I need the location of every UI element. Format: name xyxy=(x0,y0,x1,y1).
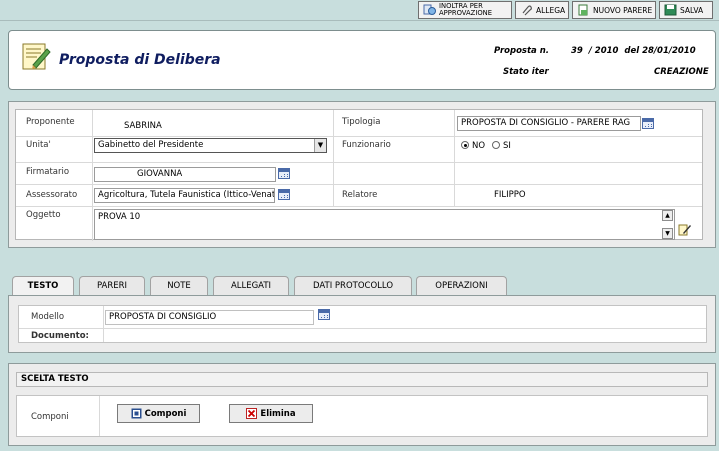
salva-label: SALVA xyxy=(680,5,704,15)
funzionario-si-label: SI xyxy=(503,141,511,151)
page-title: Proposta di Delibera xyxy=(59,52,221,68)
document-pen-icon xyxy=(22,43,51,70)
form-panel: Proponente SABRINA Tipologia PROPOSTA DI… xyxy=(8,101,716,248)
tab-dati-protocollo[interactable]: DATI PROTOCOLLO xyxy=(294,276,412,295)
firmatario-lookup-icon[interactable] xyxy=(278,168,290,179)
modello-label: Modello xyxy=(31,312,65,322)
compose-icon xyxy=(131,408,142,419)
tab-note[interactable]: NOTE xyxy=(150,276,208,295)
oggetto-label: Oggetto xyxy=(26,210,61,220)
assessorato-lookup-icon[interactable] xyxy=(278,189,290,200)
oggetto-textarea[interactable]: PROVA 10 xyxy=(94,209,675,240)
chevron-down-icon[interactable]: ▼ xyxy=(314,139,326,152)
scelta-testo-title: SCELTA TESTO xyxy=(16,372,708,387)
delete-icon xyxy=(246,408,258,419)
funzionario-label: Funzionario xyxy=(342,140,391,150)
allega-label: ALLEGA xyxy=(536,5,566,15)
firmatario-label: Firmatario xyxy=(26,167,70,177)
forward-icon xyxy=(423,4,436,15)
unita-label: Unita' xyxy=(26,140,51,150)
modello-field[interactable]: PROPOSTA DI CONSIGLIO xyxy=(105,310,314,325)
tab-pareri[interactable]: PARERI xyxy=(79,276,145,295)
paperclip-icon xyxy=(522,5,532,16)
proponente-value: SABRINA xyxy=(124,121,162,131)
relatore-label: Relatore xyxy=(342,190,378,200)
header-panel: Proposta di Delibera Proposta n. 39 / 20… xyxy=(8,30,716,90)
componi-label: Componi xyxy=(31,412,69,422)
elimina-button[interactable]: Elimina xyxy=(229,404,313,423)
testo-inner: Modello PROPOSTA DI CONSIGLIO Documento: xyxy=(18,305,707,343)
save-icon xyxy=(664,4,677,16)
nuovo-parere-label: NUOVO PARERE xyxy=(593,5,653,15)
stato-iter-label: Stato iter xyxy=(503,67,549,77)
proponente-label: Proponente xyxy=(26,117,75,127)
funzionario-si-radio[interactable] xyxy=(492,141,500,149)
componi-button-label: Componi xyxy=(144,408,187,419)
assessorato-label: Assessorato xyxy=(26,190,78,200)
inoltra-label-2: APPROVAZIONE xyxy=(439,9,493,17)
modello-lookup-icon[interactable] xyxy=(318,309,330,320)
tab-testo[interactable]: TESTO xyxy=(12,276,74,296)
oggetto-value: PROVA 10 xyxy=(98,212,141,222)
stato-iter-value: CREAZIONE xyxy=(654,67,709,77)
inoltra-approvazione-button[interactable]: INOLTRA PER APPROVAZIONE xyxy=(418,1,512,19)
componi-button[interactable]: Componi xyxy=(117,404,200,423)
new-document-icon xyxy=(578,4,588,16)
scroll-up-icon[interactable]: ▲ xyxy=(662,210,673,221)
documento-label: Documento: xyxy=(31,331,89,341)
firmatario-value: GIOVANNA xyxy=(137,169,183,179)
tipologia-field[interactable]: PROPOSTA DI CONSIGLIO - PARERE RAG xyxy=(457,116,641,131)
proposta-value: 39 / 2010 del 28/01/2010 xyxy=(571,46,696,56)
tipologia-lookup-icon[interactable] xyxy=(642,118,654,129)
scroll-down-icon[interactable]: ▼ xyxy=(662,228,673,239)
tab-operazioni[interactable]: OPERAZIONI xyxy=(416,276,507,295)
relatore-value: FILIPPO xyxy=(494,190,526,200)
form-grid: Proponente SABRINA Tipologia PROPOSTA DI… xyxy=(15,109,703,241)
elimina-button-label: Elimina xyxy=(260,408,296,419)
allega-button[interactable]: ALLEGA xyxy=(515,1,569,19)
nuovo-parere-button[interactable]: NUOVO PARERE xyxy=(572,1,656,19)
tipologia-label: Tipologia xyxy=(342,117,381,127)
unita-select[interactable]: Gabinetto del Presidente ▼ xyxy=(94,138,327,153)
firmatario-field[interactable]: GIOVANNA xyxy=(94,167,276,182)
tab-allegati[interactable]: ALLEGATI xyxy=(213,276,289,295)
funzionario-no-label: NO xyxy=(472,141,486,151)
edit-pencil-icon[interactable] xyxy=(678,222,692,236)
testo-panel: Modello PROPOSTA DI CONSIGLIO Documento: xyxy=(8,295,716,353)
funzionario-no-radio[interactable] xyxy=(461,141,469,149)
salva-button[interactable]: SALVA xyxy=(659,1,713,19)
assessorato-field[interactable]: Agricoltura, Tutela Faunistica (Ittico-V… xyxy=(94,188,275,203)
top-toolbar: INOLTRA PER APPROVAZIONE ALLEGA NUOVO PAR… xyxy=(0,0,719,21)
unita-selected-value: Gabinetto del Presidente xyxy=(98,140,204,150)
proposta-label: Proposta n. xyxy=(494,46,550,56)
